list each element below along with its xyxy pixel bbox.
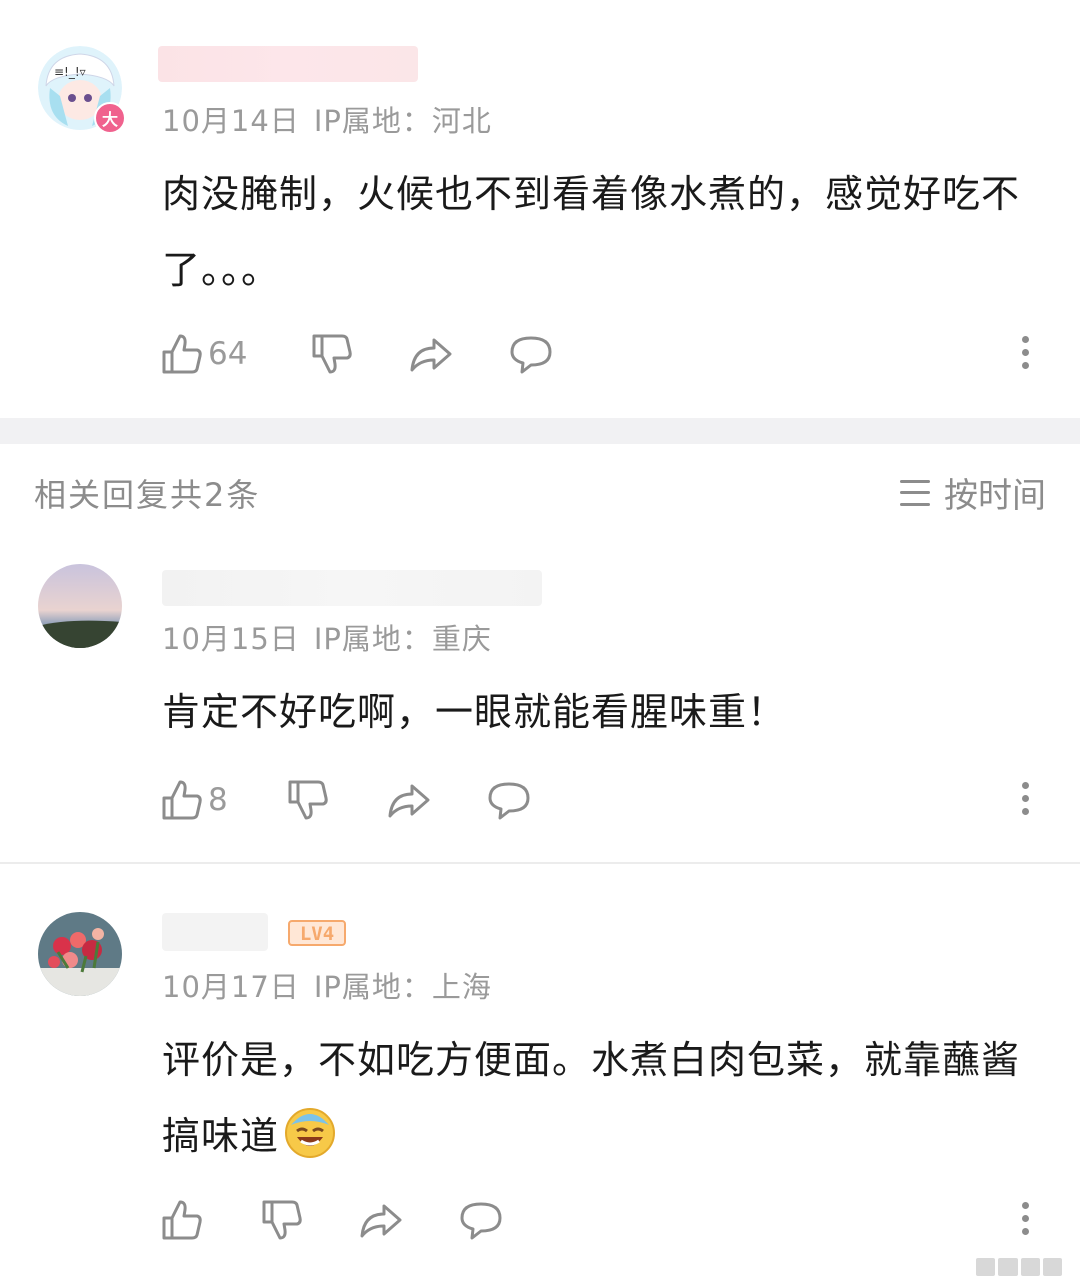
comment-actions: 8 [160, 776, 1050, 824]
speech-bubble-icon [488, 782, 530, 820]
comment-date: 10月14日 [162, 104, 300, 138]
share-arrow-icon [360, 1204, 402, 1238]
username-blurred[interactable] [158, 46, 418, 82]
share-button[interactable] [386, 776, 432, 824]
share-arrow-icon [410, 338, 452, 372]
share-arrow-icon [388, 784, 430, 818]
replies-count-header: 相关回复共2条 [34, 476, 261, 514]
like-count: 64 [208, 336, 248, 372]
reply-button[interactable] [458, 1196, 504, 1244]
thumbs-up-icon [162, 1200, 202, 1240]
reply-button[interactable] [486, 776, 532, 824]
thumbs-up-icon [162, 780, 202, 820]
comment-ip-location: IP属地：重庆 [313, 622, 492, 656]
comment-text: 肯定不好吃啊，一眼就能看腥味重！ [162, 690, 787, 734]
avatar[interactable] [38, 912, 122, 996]
divider [0, 862, 1080, 864]
like-button[interactable]: 64 [160, 330, 247, 378]
like-count: 8 [208, 782, 228, 818]
watermark [976, 1258, 1062, 1276]
vertical-dots-icon[interactable] [1015, 1198, 1035, 1242]
dislike-button[interactable] [286, 776, 330, 824]
comment-actions: 64 [160, 330, 1050, 378]
svg-text:LV4: LV4 [300, 923, 334, 945]
comment-meta: 10月14日 IP属地：河北 [162, 98, 492, 140]
thumbs-down-icon [312, 334, 352, 374]
reply-button[interactable] [508, 330, 554, 378]
sort-label: 按时间 [944, 476, 1046, 516]
svg-text:≡!_!▿: ≡!_!▿ [54, 65, 86, 79]
comment-meta: 10月15日 IP属地：重庆 [162, 616, 492, 658]
thumbs-down-icon [288, 780, 328, 820]
level-badge: LV4 [288, 920, 346, 950]
username-blurred[interactable] [162, 570, 542, 606]
dislike-button[interactable] [260, 1196, 304, 1244]
speech-bubble-icon [460, 1202, 502, 1240]
comment-ip-location: IP属地：上海 [313, 970, 492, 1004]
comment-actions [160, 1196, 1050, 1244]
share-button[interactable] [408, 330, 454, 378]
like-button[interactable] [160, 1196, 208, 1244]
comment-date: 10月15日 [162, 622, 300, 656]
thumbs-down-icon [262, 1200, 302, 1240]
comment-text: 肉没腌制，火候也不到看着像水煮的，感觉好吃不了。。。 [162, 172, 1021, 292]
share-button[interactable] [358, 1196, 404, 1244]
vertical-dots-icon[interactable] [1015, 332, 1035, 376]
vertical-dots-icon[interactable] [1015, 778, 1035, 822]
username-blurred[interactable] [162, 913, 268, 951]
thumbs-up-icon [162, 334, 202, 374]
comment-ip-location: IP属地：河北 [313, 104, 492, 138]
comment-date: 10月17日 [162, 970, 300, 1004]
like-button[interactable]: 8 [160, 776, 228, 824]
dislike-button[interactable] [310, 330, 354, 378]
speech-bubble-icon [510, 336, 552, 374]
avatar[interactable] [38, 564, 122, 648]
comment-meta: 10月17日 IP属地：上海 [162, 964, 492, 1006]
hamburger-icon [900, 479, 930, 506]
section-separator [0, 418, 1080, 444]
sort-button[interactable]: 按时间 [900, 468, 1046, 517]
laughing-crying-emoji-icon [285, 1108, 336, 1158]
comment-text: 评价是，不如吃方便面。水煮白肉包菜，就靠蘸酱搞味道 [162, 1022, 1022, 1174]
avatar-badge: 大 [94, 102, 126, 134]
